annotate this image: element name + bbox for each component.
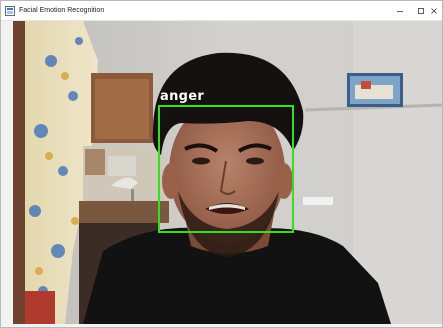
emotion-label: anger [160, 89, 205, 104]
window-title: Facial Emotion Recognition [19, 7, 105, 14]
title-bar[interactable]: Facial Emotion Recognition [1, 1, 442, 21]
minimize-icon [397, 11, 403, 12]
face-detection-box [158, 105, 294, 233]
camera-feed: anger [13, 21, 442, 324]
app-window: Facial Emotion Recognition anger [0, 0, 443, 328]
close-icon [431, 8, 437, 14]
close-button[interactable] [421, 1, 443, 21]
app-window-icon [5, 6, 15, 16]
